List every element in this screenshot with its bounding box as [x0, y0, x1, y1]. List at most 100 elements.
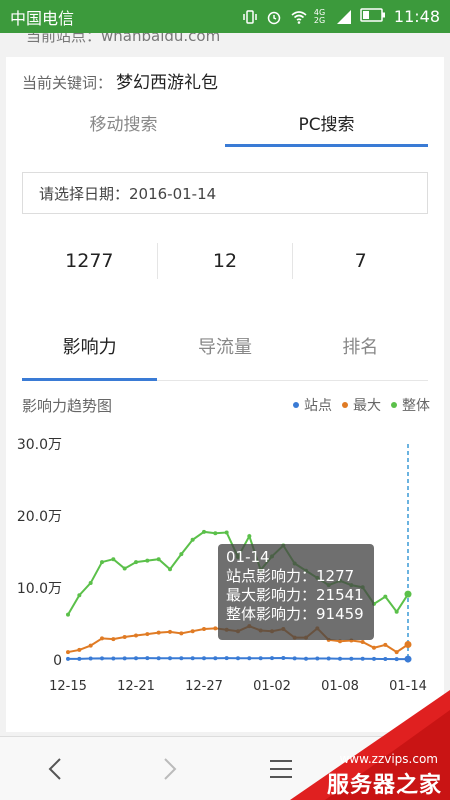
- alarm-icon: [266, 9, 282, 25]
- network-type: 4G 2G: [313, 7, 326, 25]
- data-point: [77, 593, 82, 598]
- tab-ranking[interactable]: 排名: [293, 323, 428, 380]
- data-point: [111, 656, 116, 661]
- date-select[interactable]: 请选择日期：2016-01-14: [22, 172, 428, 214]
- data-point: [100, 560, 104, 565]
- data-point: [100, 636, 104, 641]
- tab-influence[interactable]: 影响力: [22, 323, 158, 381]
- data-point: [315, 656, 320, 661]
- carrier-name: 中国电信: [10, 8, 75, 28]
- status-bar: 中国电信 4G 2G 11:48: [0, 0, 450, 33]
- data-point: [88, 656, 93, 661]
- legend-item-site[interactable]: 站点: [293, 395, 332, 415]
- stat-value: 7: [354, 250, 367, 272]
- tooltip-line: 整体影响力：91459: [226, 605, 364, 623]
- data-point: [168, 656, 172, 661]
- data-point: [404, 655, 412, 663]
- tooltip-line: 站点影响力：1277: [226, 567, 355, 585]
- chart-title: 影响力趋势图: [22, 397, 113, 415]
- data-point: [258, 656, 263, 661]
- data-point: [145, 656, 150, 661]
- y-tick-label: 0: [53, 653, 62, 669]
- data-point: [404, 590, 412, 598]
- legend-item-overall[interactable]: 整体: [391, 395, 430, 415]
- data-point: [122, 566, 127, 571]
- vibrate-icon: [242, 9, 258, 25]
- tooltip-date: 01-14: [226, 548, 270, 566]
- keyword-row: 当前关键词： 梦幻西游礼包: [22, 68, 218, 93]
- data-point: [122, 656, 127, 661]
- legend-dot: [391, 402, 397, 408]
- data-point: [338, 656, 342, 661]
- clock: 11:48: [393, 7, 440, 26]
- data-point: [224, 530, 229, 535]
- data-point: [394, 657, 399, 662]
- tab-pc-search[interactable]: PC搜索: [225, 105, 428, 153]
- tooltip-line: 最大影响力：21541: [226, 586, 364, 604]
- data-point: [213, 531, 218, 536]
- legend-item-max[interactable]: 最大: [342, 395, 381, 415]
- data-point: [372, 645, 376, 650]
- data-point: [100, 656, 104, 661]
- watermark-url: www.zzvips.com: [339, 752, 438, 766]
- back-button[interactable]: [0, 737, 113, 800]
- data-point: [360, 640, 365, 644]
- data-point: [394, 609, 399, 614]
- data-point: [156, 630, 161, 635]
- tab-traffic[interactable]: 导流量: [157, 323, 292, 380]
- data-point: [134, 656, 138, 661]
- data-point: [404, 640, 412, 648]
- y-tick-label: 20.0万: [17, 509, 62, 525]
- watermark-name: 服务器之家: [326, 773, 442, 798]
- rank-card: 当前关键词： 梦幻西游礼包 移动搜索 PC搜索 请选择日期：2016-01-14 …: [6, 57, 444, 732]
- chart-tooltip: 01-14 站点影响力：1277 最大影响力：21541 整体影响力：91459: [218, 544, 374, 640]
- data-point: [292, 656, 297, 661]
- metric-tabs: 影响力 导流量 排名: [22, 323, 428, 381]
- data-point: [156, 656, 161, 661]
- x-tick-label: 12-27: [185, 679, 223, 694]
- data-point: [190, 537, 195, 542]
- data-point: [168, 567, 172, 572]
- data-point: [383, 656, 388, 661]
- data-point: [213, 656, 218, 661]
- y-tick-label: 30.0万: [17, 437, 62, 453]
- data-point: [247, 656, 252, 661]
- data-point: [281, 655, 286, 660]
- data-point: [156, 557, 161, 562]
- legend-label: 最大: [353, 398, 381, 414]
- data-point: [202, 627, 206, 632]
- data-point: [270, 656, 274, 661]
- data-point: [134, 633, 138, 638]
- legend-dot: [293, 402, 299, 408]
- data-point: [202, 529, 206, 534]
- tab-mobile-search[interactable]: 移动搜索: [22, 105, 225, 153]
- legend-label: 站点: [304, 398, 332, 414]
- data-point: [179, 656, 184, 661]
- data-point: [88, 580, 93, 585]
- stat-value: 1277: [22, 243, 158, 279]
- data-point: [190, 629, 195, 634]
- data-point: [66, 612, 70, 617]
- chart-legend: 站点 最大 整体: [293, 395, 430, 415]
- signal-icon: [336, 9, 352, 25]
- forward-button[interactable]: [113, 737, 226, 800]
- battery-icon: [360, 7, 386, 26]
- data-point: [383, 594, 388, 599]
- source-tabs: 移动搜索 PC搜索: [22, 105, 428, 153]
- keyword-value: 梦幻西游礼包: [116, 73, 219, 93]
- data-point: [236, 656, 240, 661]
- data-point: [77, 647, 82, 652]
- forward-icon: [164, 757, 177, 780]
- stats-row: 1277 12 7: [22, 243, 428, 279]
- data-point: [66, 650, 70, 655]
- data-point: [111, 637, 116, 642]
- data-point: [66, 656, 70, 661]
- wifi-icon: [290, 9, 307, 25]
- data-point: [349, 656, 354, 661]
- data-point: [88, 643, 93, 648]
- data-point: [122, 634, 127, 639]
- data-point: [304, 656, 308, 661]
- stat-value: 12: [158, 243, 294, 279]
- data-point: [202, 656, 206, 661]
- data-point: [145, 558, 150, 563]
